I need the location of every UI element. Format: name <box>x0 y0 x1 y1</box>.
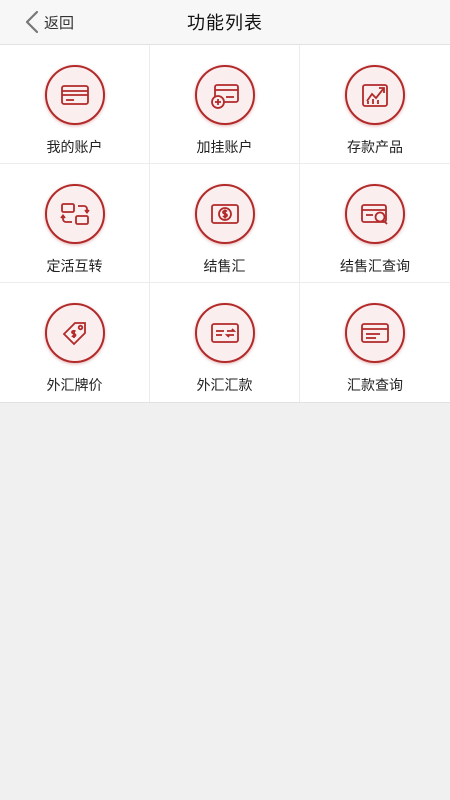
card-icon <box>44 65 105 125</box>
menu-item-label: 外汇汇款 <box>196 378 253 394</box>
menu-item-fx-remittance[interactable]: 外汇汇款 <box>150 283 300 402</box>
dollar-bill-icon <box>194 184 255 244</box>
card-exchange-icon <box>194 303 255 363</box>
menu-item-label: 外汇牌价 <box>46 378 103 394</box>
menu-item-label: 我的账户 <box>46 140 103 156</box>
menu-item-fx-settlement[interactable]: 结售汇 <box>150 164 300 283</box>
page-title: 功能列表 <box>187 13 263 34</box>
nav-bar: 返回 功能列表 <box>0 0 450 45</box>
menu-item-label: 加挂账户 <box>196 140 253 156</box>
menu-item-my-account[interactable]: 我的账户 <box>0 45 150 164</box>
menu-item-label: 结售汇查询 <box>340 259 410 275</box>
menu-item-label: 定活互转 <box>46 259 103 275</box>
card-add-icon <box>194 65 255 125</box>
menu-item-add-account[interactable]: 加挂账户 <box>150 45 300 164</box>
back-button[interactable]: 返回 <box>24 0 74 44</box>
function-grid: 我的账户 加挂账户 存款产品 定活互转 结售汇 结售汇查询 外汇牌价 外汇汇款 … <box>0 45 450 403</box>
back-label: 返回 <box>44 13 75 32</box>
chevron-left-icon <box>25 10 39 34</box>
menu-item-fixed-demand-transfer[interactable]: 定活互转 <box>0 164 150 283</box>
menu-item-label: 存款产品 <box>347 140 403 156</box>
card-list-icon <box>345 303 405 363</box>
transfer-cards-icon <box>44 184 105 244</box>
card-search-icon <box>345 184 405 244</box>
menu-item-deposit-products[interactable]: 存款产品 <box>300 45 450 164</box>
menu-item-remittance-query[interactable]: 汇款查询 <box>300 283 450 402</box>
growth-chart-icon <box>345 65 405 125</box>
menu-item-fx-settlement-query[interactable]: 结售汇查询 <box>300 164 450 283</box>
menu-item-label: 结售汇 <box>203 259 246 275</box>
menu-item-fx-rates[interactable]: 外汇牌价 <box>0 283 150 402</box>
price-tag-icon <box>44 303 105 363</box>
menu-item-label: 汇款查询 <box>347 378 403 394</box>
